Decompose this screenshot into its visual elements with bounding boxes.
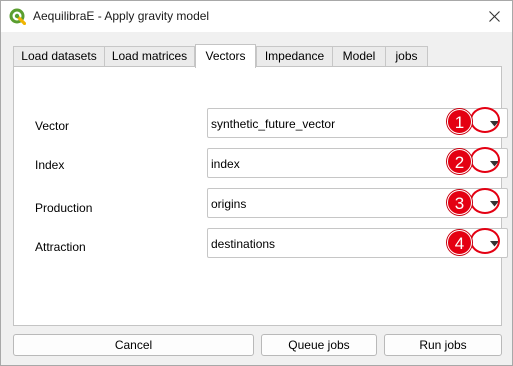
- tab-jobs[interactable]: jobs: [385, 46, 428, 67]
- tab-vectors[interactable]: Vectors: [195, 44, 256, 68]
- tab-label: Load matrices: [111, 49, 188, 63]
- run-jobs-button[interactable]: Run jobs: [384, 334, 502, 356]
- step-marker-3: 3: [447, 190, 472, 215]
- highlight-ring: [470, 228, 500, 254]
- index-value: index: [211, 157, 240, 171]
- tab-model[interactable]: Model: [332, 46, 386, 67]
- step-marker-1: 1: [447, 109, 472, 134]
- cancel-button[interactable]: Cancel: [13, 334, 254, 356]
- production-label: Production: [35, 201, 93, 215]
- attraction-value: destinations: [211, 237, 276, 251]
- step-marker-2: 2: [447, 149, 472, 174]
- close-icon: [488, 10, 500, 22]
- tab-load-datasets[interactable]: Load datasets: [13, 46, 105, 67]
- tab-label: Model: [342, 49, 376, 63]
- qgis-logo-icon: [9, 8, 26, 25]
- window-title: AequilibraE - Apply gravity model: [33, 9, 210, 23]
- vector-value: synthetic_future_vector: [211, 117, 336, 131]
- attraction-label: Attraction: [35, 240, 86, 254]
- step-marker-4: 4: [447, 230, 472, 255]
- highlight-ring: [470, 147, 500, 173]
- index-label: Index: [35, 158, 65, 172]
- tab-label: Load datasets: [21, 49, 97, 63]
- tab-impedance[interactable]: Impedance: [256, 46, 333, 67]
- tab-label: jobs: [395, 49, 418, 63]
- vector-label: Vector: [35, 119, 70, 133]
- highlight-ring: [470, 107, 500, 133]
- queue-jobs-button[interactable]: Queue jobs: [261, 334, 377, 356]
- production-value: origins: [211, 197, 247, 211]
- dialog-window: AequilibraE - Apply gravity model Load d…: [0, 0, 513, 366]
- tab-label: Vectors: [205, 49, 246, 63]
- tab-load-matrices[interactable]: Load matrices: [104, 46, 195, 67]
- title-bar: AequilibraE - Apply gravity model: [1, 1, 512, 32]
- tab-label: Impedance: [264, 49, 325, 63]
- close-button[interactable]: [482, 5, 506, 27]
- highlight-ring: [470, 188, 500, 214]
- vectors-panel: Vector synthetic_future_vector Index ind…: [13, 66, 508, 326]
